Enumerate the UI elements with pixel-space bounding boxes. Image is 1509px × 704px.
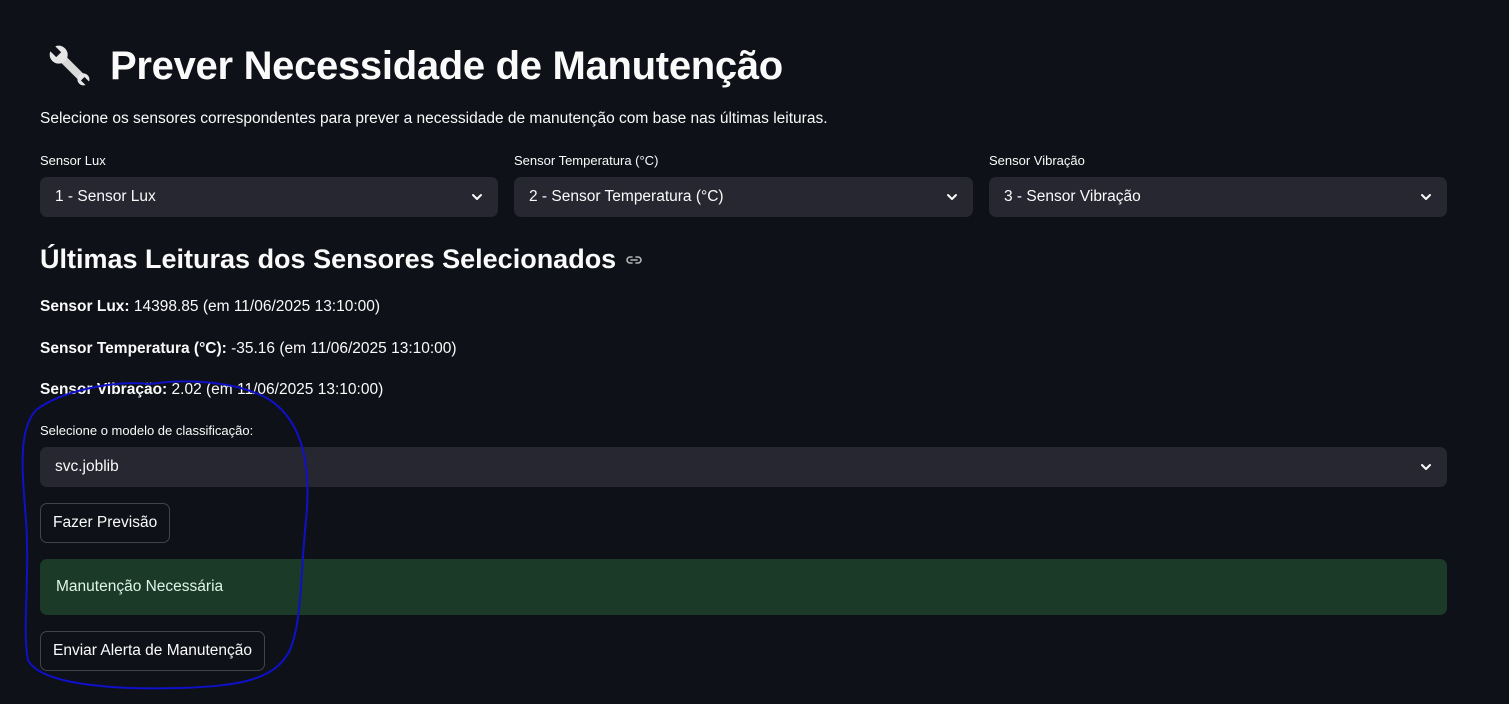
reading-vib-value: 2.02 (em 11/06/2025 13:10:00)	[167, 381, 384, 398]
sensor-temp-value: 2 - Sensor Temperatura (°C)	[529, 188, 724, 205]
sensor-temp-label: Sensor Temperatura (°C)	[514, 153, 659, 168]
page-title-text: Prever Necessidade de Manutenção	[110, 43, 783, 88]
predict-button[interactable]: Fazer Previsão	[40, 503, 171, 543]
page-subtitle: Selecione os sensores correspondentes pa…	[40, 110, 828, 127]
reading-temp: Sensor Temperatura (°C): -35.16 (em 11/0…	[40, 340, 457, 358]
prediction-result-alert: Manutenção Necessária	[40, 559, 1447, 615]
reading-temp-value: -35.16 (em 11/06/2025 13:10:00)	[226, 340, 457, 357]
reading-temp-name: Sensor Temperatura (°C):	[40, 340, 227, 357]
reading-vib: Sensor Vibração: 2.02 (em 11/06/2025 13:…	[40, 381, 383, 399]
prediction-result-text: Manutenção Necessária	[56, 578, 224, 595]
send-alert-button[interactable]: Enviar Alerta de Manutenção	[40, 631, 266, 671]
sensor-lux-value: 1 - Sensor Lux	[55, 188, 156, 205]
chevron-down-icon	[472, 194, 482, 200]
model-select[interactable]: svc.joblib	[40, 447, 1447, 487]
sensor-lux-label: Sensor Lux	[40, 153, 106, 168]
reading-lux-name: Sensor Lux:	[40, 298, 130, 315]
model-value: svc.joblib	[55, 458, 119, 475]
page-title: Prever Necessidade de Manutenção	[44, 36, 783, 96]
chevron-down-icon	[1421, 464, 1431, 470]
reading-lux: Sensor Lux: 14398.85 (em 11/06/2025 13:1…	[40, 298, 380, 316]
chevron-down-icon	[947, 194, 957, 200]
model-label: Selecione o modelo de classificação:	[40, 423, 254, 438]
reading-lux-value: 14398.85 (em 11/06/2025 13:10:00)	[129, 298, 381, 315]
app-page: Prever Necessidade de Manutenção Selecio…	[0, 0, 1509, 704]
chevron-down-icon	[1421, 194, 1431, 200]
reading-vib-name: Sensor Vibração:	[40, 381, 168, 398]
sensor-temp-select[interactable]: 2 - Sensor Temperatura (°C)	[514, 177, 973, 217]
sensor-vib-label: Sensor Vibração	[989, 153, 1085, 168]
sensor-vib-select[interactable]: 3 - Sensor Vibração	[989, 177, 1447, 217]
readings-heading: Últimas Leituras dos Sensores Selecionad…	[40, 244, 644, 275]
sensor-lux-select[interactable]: 1 - Sensor Lux	[40, 177, 498, 217]
readings-heading-text: Últimas Leituras dos Sensores Selecionad…	[40, 244, 617, 274]
wrench-icon	[49, 45, 91, 87]
sensor-vib-value: 3 - Sensor Vibração	[1004, 188, 1141, 205]
link-icon[interactable]	[624, 250, 644, 270]
